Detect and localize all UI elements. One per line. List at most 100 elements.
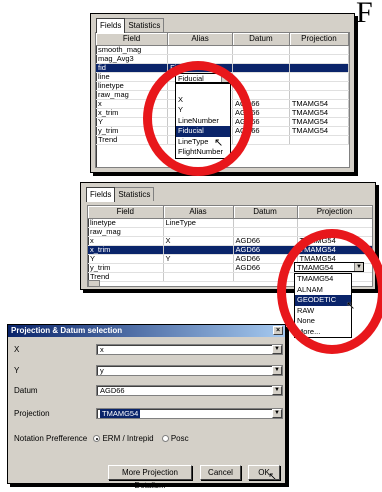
cell-projection[interactable]: TMAMG54 [289, 108, 349, 118]
datum-select[interactable]: AGD66 ▼ [96, 385, 283, 396]
cell-projection[interactable]: TMAMG54 [289, 99, 349, 109]
close-icon[interactable]: × [273, 326, 283, 335]
dropdown-option[interactable]: None [295, 316, 351, 327]
cell-field[interactable]: Y [96, 117, 169, 127]
column-header-field[interactable]: Field [96, 33, 169, 46]
cell-datum[interactable] [233, 272, 298, 282]
table-row[interactable]: x X AGD66 TMAMG54 [88, 236, 372, 246]
cell-field[interactable]: x [96, 99, 169, 109]
chevron-down-icon[interactable]: ▼ [354, 263, 363, 271]
table-row[interactable]: x_trim AGD66 TMAMG54 [88, 245, 372, 255]
cell-datum[interactable] [232, 63, 290, 73]
column-header-projection[interactable]: Projection [297, 206, 372, 219]
cell-datum[interactable] [233, 227, 298, 237]
cell-field[interactable]: y_trim [88, 263, 164, 273]
column-header-field[interactable]: Field [88, 206, 164, 219]
chevron-down-icon[interactable]: ▼ [221, 74, 230, 82]
projection-dropdown-list[interactable]: TMAMG54 ALNAM GEODETIC RAW None More... [294, 273, 352, 338]
cell-projection[interactable] [289, 81, 349, 91]
projection-combo[interactable]: TMAMG54 ▼ [294, 262, 364, 272]
table-row[interactable]: smooth_mag [96, 45, 349, 55]
column-header-alias[interactable]: Alias [163, 206, 234, 219]
cell-alias[interactable] [167, 54, 233, 64]
tab-statistics[interactable]: Statistics [114, 187, 155, 201]
table-row[interactable]: raw_mag [88, 227, 372, 237]
cell-datum[interactable]: AGD66 [232, 108, 290, 118]
chevron-down-icon[interactable]: ▼ [272, 409, 282, 418]
column-header-projection[interactable]: Projection [289, 33, 349, 46]
cell-projection[interactable] [289, 90, 349, 100]
tab-fields[interactable]: Fields [86, 187, 116, 202]
cell-alias[interactable] [163, 227, 234, 237]
cell-projection[interactable] [289, 135, 349, 145]
x-field-select[interactable]: x ▼ [96, 344, 283, 355]
cancel-button[interactable]: Cancel [200, 465, 241, 480]
cell-projection[interactable]: TMAMG54 [297, 236, 372, 246]
tab-statistics[interactable]: Statistics [124, 18, 165, 32]
dropdown-option[interactable]: LineNumber [176, 116, 230, 127]
cell-field[interactable]: Trend [96, 135, 169, 145]
cell-datum[interactable]: AGD66 [233, 254, 298, 264]
cell-projection[interactable] [289, 72, 349, 82]
cell-projection[interactable]: TMAMG54 [289, 117, 349, 127]
table-row[interactable]: mag_Avg3 [96, 54, 349, 64]
cell-field[interactable]: mag_Avg3 [96, 54, 169, 64]
dropdown-option[interactable]: TMAMG54 [295, 274, 351, 285]
y-field-select[interactable]: y ▼ [96, 365, 283, 376]
dropdown-option[interactable]: Fiducial [176, 126, 230, 137]
table-row[interactable]: fid Fiducial [96, 63, 349, 73]
chevron-down-icon[interactable]: ▼ [272, 366, 282, 375]
cell-datum[interactable] [232, 81, 290, 91]
more-projection-details-button[interactable]: More Projection Details... [108, 465, 192, 490]
cell-field[interactable]: line [96, 72, 169, 82]
notation-option-posc[interactable]: Posc [161, 434, 189, 443]
dialog-titlebar[interactable]: Projection & Datum selection × [8, 325, 285, 337]
notation-option-erm[interactable]: ERM / Intrepid [93, 434, 155, 443]
alias-combo[interactable]: Fiducial ▼ [175, 73, 231, 83]
cell-datum[interactable] [233, 218, 298, 228]
cell-projection[interactable] [289, 54, 349, 64]
cell-projection[interactable] [297, 218, 372, 228]
cell-field[interactable]: linetype [96, 81, 169, 91]
cell-field[interactable]: raw_mag [88, 227, 164, 237]
cell-field[interactable]: x [88, 236, 164, 246]
cell-alias[interactable] [163, 245, 234, 255]
cell-field[interactable]: x_trim [96, 108, 169, 118]
projection-select[interactable]: TMAMG54 ▼ [96, 408, 283, 419]
cell-projection[interactable] [289, 45, 349, 55]
tab-fields[interactable]: Fields [96, 18, 126, 33]
cell-datum[interactable]: AGD66 [232, 126, 290, 136]
cell-field[interactable]: Y [88, 254, 164, 264]
cell-alias[interactable] [163, 272, 234, 282]
cell-datum[interactable] [232, 45, 290, 55]
cell-field[interactable]: fid [96, 63, 169, 73]
column-header-alias[interactable]: Alias [167, 33, 233, 46]
cell-alias[interactable]: Fiducial [167, 63, 233, 73]
cell-datum[interactable] [232, 135, 290, 145]
dropdown-option[interactable]: X [176, 95, 230, 106]
dropdown-option[interactable]: RAW [295, 306, 351, 317]
table-row[interactable]: linetype LineType [88, 218, 372, 228]
horizontal-scrollbar[interactable] [88, 280, 100, 286]
radio-unselected-icon[interactable] [161, 435, 169, 442]
chevron-down-icon[interactable]: ▼ [272, 345, 282, 354]
cell-datum[interactable]: AGD66 [233, 263, 298, 273]
cell-field[interactable]: smooth_mag [96, 45, 169, 55]
dropdown-option[interactable]: ALNAM [295, 285, 351, 296]
cell-datum[interactable]: AGD66 [232, 99, 290, 109]
dropdown-option[interactable]: Y [176, 105, 230, 116]
column-header-datum[interactable]: Datum [233, 206, 298, 219]
cell-alias[interactable]: LineType [163, 218, 234, 228]
cell-projection[interactable]: TMAMG54 [289, 126, 349, 136]
dropdown-option[interactable]: GEODETIC [295, 295, 351, 306]
cell-projection[interactable] [297, 227, 372, 237]
cell-alias[interactable]: Y [163, 254, 234, 264]
cell-datum[interactable]: AGD66 [232, 117, 290, 127]
cell-datum[interactable] [232, 54, 290, 64]
dropdown-option[interactable] [176, 84, 230, 95]
cell-projection[interactable] [289, 63, 349, 73]
cell-alias[interactable] [163, 263, 234, 273]
cell-field[interactable]: raw_mag [96, 90, 169, 100]
cell-field[interactable]: linetype [88, 218, 164, 228]
cell-datum[interactable] [232, 90, 290, 100]
